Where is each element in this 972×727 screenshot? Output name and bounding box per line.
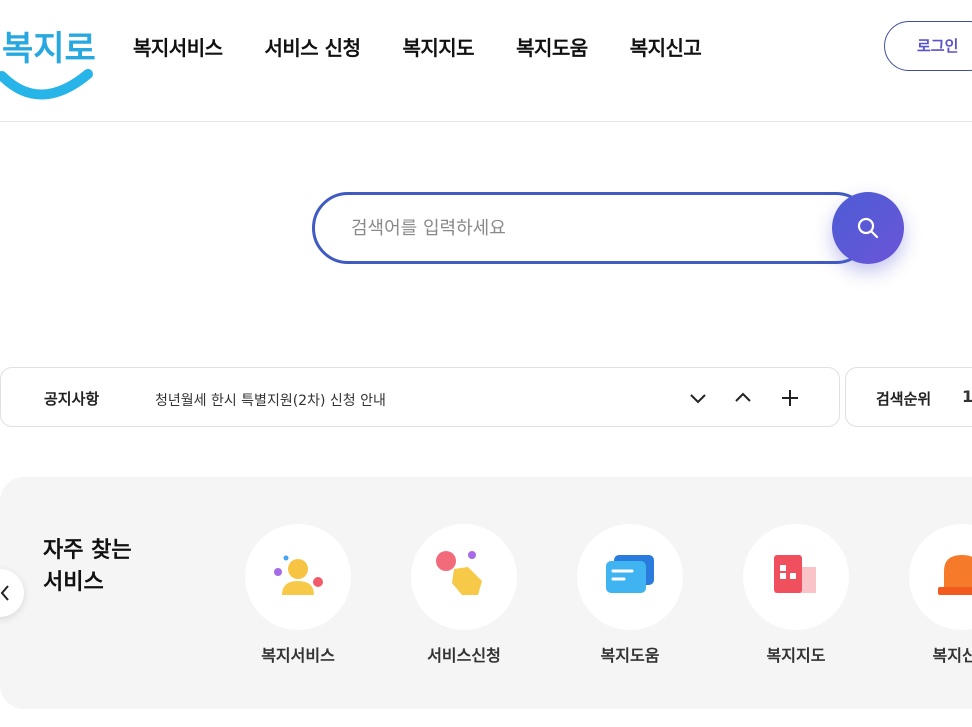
- service-label: 복지지도: [766, 646, 826, 665]
- search-area: [312, 192, 904, 264]
- service-icon-circle: [743, 524, 849, 630]
- frequent-services-title: 자주 찾는 서비스: [43, 535, 132, 599]
- search-button[interactable]: [832, 192, 904, 264]
- service-item-welfare-help[interactable]: 복지도움: [565, 524, 695, 674]
- site-header: 복지로 복지서비스 서비스 신청 복지지도 복지도움 복지신고 로그인: [0, 0, 972, 122]
- search-input[interactable]: [351, 213, 821, 243]
- siren-icon: [938, 555, 972, 595]
- person-icon: [274, 555, 323, 595]
- chevron-left-icon: [0, 585, 9, 601]
- chat-bubble-icon: [606, 555, 654, 593]
- notice-label: 공지사항: [44, 390, 100, 408]
- service-label: 복지서비스: [261, 646, 335, 665]
- service-item-welfare-report[interactable]: 복지신고: [897, 524, 972, 674]
- search-box: [312, 192, 872, 264]
- carousel-prev-button[interactable]: [0, 569, 24, 617]
- service-label: 복지신고: [932, 646, 972, 665]
- nav-item-welfare-services[interactable]: 복지서비스: [112, 30, 244, 66]
- service-label: 복지도움: [600, 646, 660, 665]
- logo-graphic: 복지로: [0, 29, 95, 100]
- tap-hand-icon: [436, 551, 482, 595]
- nav-item-welfare-map[interactable]: 복지지도: [381, 30, 495, 66]
- main-nav: 복지서비스 서비스 신청 복지지도 복지도움 복지신고: [112, 30, 722, 66]
- title-line-1: 자주 찾는: [43, 538, 132, 563]
- service-icon-circle: [411, 524, 517, 630]
- service-item-service-apply[interactable]: 서비스신청: [399, 524, 529, 674]
- plus-icon[interactable]: [778, 386, 802, 410]
- notice-text[interactable]: 청년월세 한시 특별지원(2차) 신청 안내: [155, 390, 386, 410]
- service-icon-circle: [245, 524, 351, 630]
- nav-item-welfare-report[interactable]: 복지신고: [609, 30, 723, 66]
- notice-bar: 공지사항 청년월세 한시 특별지원(2차) 신청 안내: [0, 367, 840, 427]
- bokjiro-logo[interactable]: 복지로: [0, 14, 95, 106]
- nav-item-service-apply[interactable]: 서비스 신청: [244, 30, 382, 66]
- service-icon-circle: [909, 524, 972, 630]
- service-item-welfare-services[interactable]: 복지서비스: [233, 524, 363, 674]
- chevron-up-icon[interactable]: [731, 386, 755, 410]
- ranking-number: 1: [962, 387, 972, 406]
- title-line-2: 서비스: [43, 570, 104, 595]
- service-label: 서비스신청: [427, 646, 501, 665]
- logo-text: 복지로: [2, 29, 95, 69]
- service-icon-circle: [577, 524, 683, 630]
- frequent-services: 자주 찾는 서비스 복지서비스 서비스신청 복지도움 복지지도 복지신: [0, 477, 972, 709]
- building-icon: [774, 555, 816, 593]
- service-item-welfare-map[interactable]: 복지지도: [731, 524, 861, 674]
- nav-item-welfare-help[interactable]: 복지도움: [495, 30, 609, 66]
- ranking-label: 검색순위: [876, 390, 932, 408]
- search-icon: [857, 217, 879, 239]
- chevron-down-icon[interactable]: [686, 386, 710, 410]
- search-ranking[interactable]: 검색순위 1: [845, 367, 972, 427]
- login-button[interactable]: 로그인: [884, 21, 972, 71]
